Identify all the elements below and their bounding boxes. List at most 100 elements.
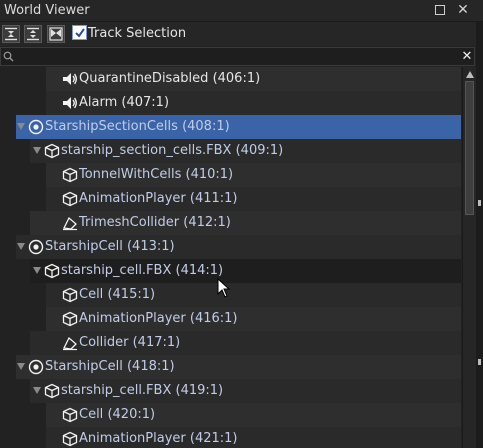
node-name: QuarantineDisabled (79, 71, 209, 86)
node-name: Cell (79, 407, 104, 422)
expand-arrow-icon[interactable] (33, 267, 41, 274)
node-name: StarshipCell (45, 359, 123, 374)
expand-arrow-icon[interactable] (33, 387, 41, 394)
node-name: TonnelWithCells (79, 167, 182, 182)
tree-row-label: Collider (417:1) (79, 335, 180, 350)
cube-icon (62, 191, 78, 207)
mouse-cursor-icon (217, 278, 230, 298)
cube-icon (62, 167, 78, 183)
pivot-icon (28, 119, 44, 135)
track-selection-label: Track Selection (88, 26, 187, 41)
scroll-up-icon[interactable] (466, 71, 474, 78)
cube-icon (62, 431, 78, 447)
tree-row-label: QuarantineDisabled (406:1) (79, 71, 260, 86)
node-id: (409:1) (235, 143, 284, 158)
sound-icon (62, 95, 78, 111)
expand-all-button[interactable] (24, 25, 42, 43)
node-id: (419:1) (175, 383, 224, 398)
scroll-thumb[interactable] (465, 81, 474, 215)
node-id: (412:1) (183, 215, 231, 230)
expand-arrow-icon[interactable] (33, 147, 41, 154)
close-icon[interactable]: ✕ (455, 2, 471, 18)
node-id: (408:1) (182, 119, 230, 134)
cube-icon (62, 287, 78, 303)
tree-row[interactable]: TonnelWithCells (410:1) (0, 163, 461, 187)
expand-arrow-icon[interactable] (17, 363, 25, 370)
tree-row[interactable]: QuarantineDisabled (406:1) (0, 67, 461, 91)
node-name: Cell (79, 287, 104, 302)
tree-row[interactable]: TrimeshCollider (412:1) (0, 211, 461, 235)
tree-row[interactable]: starship_cell.FBX (419:1) (0, 379, 461, 403)
pivot-icon (28, 359, 44, 375)
tree-row[interactable]: StarshipSectionCells (408:1) (0, 115, 461, 139)
tree-row-label: StarshipCell (418:1) (45, 359, 175, 374)
node-name: Collider (79, 335, 129, 350)
tree-row-label: Alarm (407:1) (79, 95, 169, 110)
node-id: (415:1) (107, 287, 156, 302)
locate-icon (49, 27, 63, 41)
node-id: (413:1) (126, 239, 175, 254)
node-name: AnimationPlayer (79, 431, 186, 446)
tree-row-label: StarshipSectionCells (408:1) (45, 119, 230, 134)
node-id: (410:1) (185, 167, 234, 182)
expand-arrow-icon[interactable] (17, 243, 25, 250)
node-id: (420:1) (107, 407, 156, 422)
tree-row-label: AnimationPlayer (411:1) (79, 191, 237, 206)
tree-row[interactable]: starship_section_cells.FBX (409:1) (0, 139, 461, 163)
tree-row-label: AnimationPlayer (416:1) (79, 311, 237, 326)
node-name: AnimationPlayer (79, 311, 186, 326)
tree-row[interactable]: AnimationPlayer (421:1) (0, 427, 461, 448)
tree-row[interactable]: Cell (415:1) (0, 283, 461, 307)
node-name: StarshipCell (45, 239, 123, 254)
node-name: starship_section_cells.FBX (61, 143, 232, 158)
cube-icon (44, 263, 60, 279)
node-id: (414:1) (175, 263, 224, 278)
locate-button[interactable] (47, 25, 65, 43)
node-id: (418:1) (126, 359, 175, 374)
tree-scrollbar[interactable] (462, 67, 476, 448)
tree-row[interactable]: AnimationPlayer (416:1) (0, 307, 461, 331)
tree-row[interactable]: Collider (417:1) (0, 331, 461, 355)
node-id: (407:1) (121, 95, 170, 110)
tree-row-label: Cell (420:1) (79, 407, 155, 422)
search-input[interactable] (15, 48, 455, 65)
world-tree: QuarantineDisabled (406:1) Alarm (407:1) S… (0, 67, 461, 448)
node-name: TrimeshCollider (79, 215, 180, 230)
cube-icon (62, 407, 78, 423)
node-id: (406:1) (212, 71, 261, 86)
tree-row[interactable]: AnimationPlayer (411:1) (0, 187, 461, 211)
collapse-all-button[interactable] (2, 25, 20, 43)
tree-row[interactable]: Alarm (407:1) (0, 91, 461, 115)
node-id: (421:1) (189, 431, 238, 446)
tree-row-label: starship_cell.FBX (414:1) (61, 263, 223, 278)
panel-edge-marker (478, 200, 481, 206)
search-bar: ✕ (0, 47, 475, 66)
tree-row-label: TonnelWithCells (410:1) (79, 167, 233, 182)
node-id: (416:1) (189, 311, 238, 326)
node-name: Alarm (79, 95, 118, 110)
tree-row[interactable]: StarshipCell (418:1) (0, 355, 461, 379)
search-icon (3, 51, 14, 62)
tree-row-label: TrimeshCollider (412:1) (79, 215, 231, 230)
clear-search-icon[interactable]: ✕ (460, 48, 474, 65)
tree-row[interactable]: starship_cell.FBX (414:1) (0, 259, 461, 283)
checkmark-icon (75, 28, 85, 38)
expand-all-icon (27, 27, 39, 41)
tree-row[interactable]: Cell (420:1) (0, 403, 461, 427)
tree-row-label: Cell (415:1) (79, 287, 155, 302)
expand-arrow-icon[interactable] (17, 123, 25, 130)
tree-row-label: AnimationPlayer (421:1) (79, 431, 237, 446)
collider-icon (62, 335, 78, 351)
collider-icon (62, 215, 78, 231)
title-bar: World Viewer ✕ (0, 0, 483, 22)
sound-icon (62, 71, 78, 87)
track-selection-checkbox[interactable] (72, 25, 87, 40)
toolbar: Track Selection (0, 22, 483, 46)
tree-row-label: starship_section_cells.FBX (409:1) (61, 143, 283, 158)
panel-edge-marker (478, 359, 481, 365)
cube-icon (44, 143, 60, 159)
tree-row[interactable]: StarshipCell (413:1) (0, 235, 461, 259)
tree-row-label: StarshipCell (413:1) (45, 239, 175, 254)
node-id: (417:1) (132, 335, 181, 350)
maximize-icon[interactable] (432, 2, 448, 18)
